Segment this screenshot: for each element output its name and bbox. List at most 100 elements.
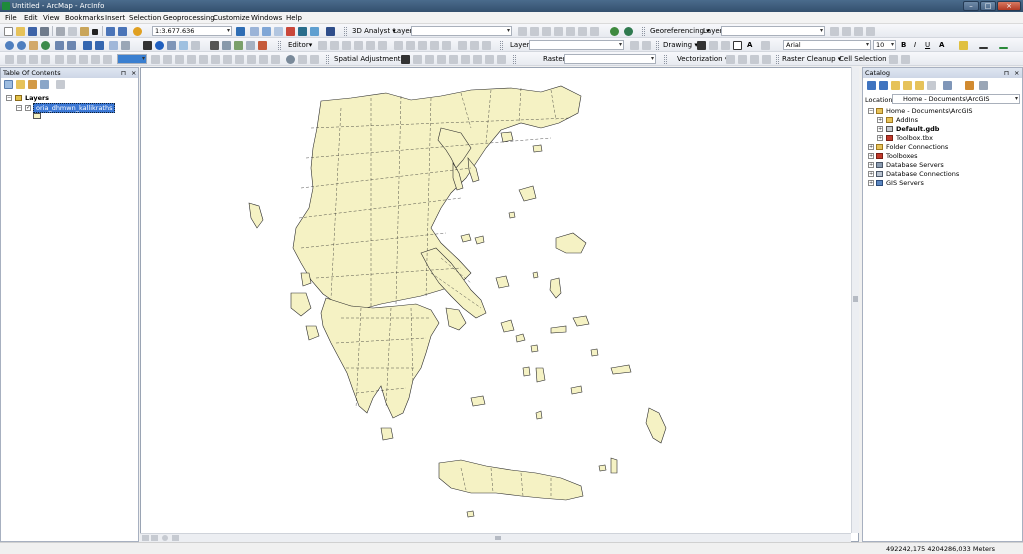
toc-close-icon[interactable]: ×	[131, 69, 136, 77]
layout-tool-7-icon[interactable]	[223, 55, 232, 64]
reshape-icon[interactable]	[406, 41, 415, 50]
3d-tool-2-icon[interactable]	[530, 27, 539, 36]
layout-tool-11-icon[interactable]	[271, 55, 280, 64]
effects-tool-3-icon[interactable]	[29, 55, 38, 64]
layout-tool-10-icon[interactable]	[259, 55, 268, 64]
layer-symbol-swatch[interactable]	[33, 113, 41, 119]
new-displacement-link-icon[interactable]	[413, 55, 422, 64]
layout-tool-14-icon[interactable]	[310, 55, 319, 64]
layout-tool-2-icon[interactable]	[163, 55, 172, 64]
toc-window-icon[interactable]	[250, 27, 259, 36]
catalog-item-default-gdb[interactable]: Default.gdb	[896, 125, 939, 133]
tinos-island[interactable]	[515, 333, 526, 343]
catalog-window-icon[interactable]	[262, 27, 271, 36]
samos-island[interactable]	[572, 315, 590, 327]
menu-bookmarks[interactable]: Bookmarks	[65, 14, 104, 22]
skyros-island[interactable]	[495, 275, 510, 289]
raster-cleanup-menu[interactable]: Raster Cleanup ▾	[782, 55, 841, 63]
list-by-selection-icon[interactable]	[40, 80, 49, 89]
effects-tool-8-icon[interactable]	[91, 55, 100, 64]
identify-icon[interactable]	[155, 41, 164, 50]
drawing-menu[interactable]: Drawing ▾	[663, 41, 698, 49]
label-tool-1-icon[interactable]	[630, 41, 639, 50]
3d-layer-combo[interactable]	[411, 26, 512, 36]
copy-icon[interactable]	[68, 27, 77, 36]
effects-tool-9-icon[interactable]	[103, 55, 112, 64]
arctoolbox-icon[interactable]	[286, 27, 295, 36]
location-combo[interactable]: Home - Documents\ArcGIS	[892, 94, 1020, 104]
agios-efstratios-island[interactable]	[508, 211, 516, 219]
3d-tool-3-icon[interactable]	[542, 27, 551, 36]
html-popup-icon[interactable]	[179, 41, 188, 50]
rectangle-icon[interactable]	[733, 41, 742, 50]
catalog-item-toolbox[interactable]: Toolbox.tbx	[896, 134, 933, 142]
back-extent-icon[interactable]	[83, 41, 92, 50]
split-tool-icon[interactable]	[430, 41, 439, 50]
attributes-icon[interactable]	[458, 41, 467, 50]
catalog-root-toolboxes[interactable]: Toolboxes	[886, 152, 918, 160]
adjust-select-icon[interactable]	[401, 55, 410, 64]
straight-segment-icon[interactable]	[342, 41, 351, 50]
new-identity-link-icon[interactable]	[449, 55, 458, 64]
gis-servers-expander[interactable]: +	[868, 180, 874, 186]
georef-tool-3-icon[interactable]	[854, 27, 863, 36]
pan-icon[interactable]	[29, 41, 38, 50]
layer-visibility-checkbox[interactable]: ✓	[25, 105, 31, 111]
toc-options-icon[interactable]	[56, 80, 65, 89]
georeferencing-menu[interactable]: Georeferencing ▾	[650, 27, 710, 35]
home-expander[interactable]: −	[868, 108, 874, 114]
underline-button[interactable]: U	[925, 41, 930, 49]
undo-icon[interactable]	[106, 27, 115, 36]
fill-color-icon[interactable]	[959, 41, 968, 50]
layout-tool-1-icon[interactable]	[151, 55, 160, 64]
effects-tool-4-icon[interactable]	[41, 55, 50, 64]
toolbox-expander[interactable]: +	[877, 135, 883, 141]
greece-municipalities-map[interactable]	[141, 68, 852, 534]
end-point-arc-icon[interactable]	[354, 41, 363, 50]
kos-island[interactable]	[610, 364, 632, 375]
vertical-scroll-thumb[interactable]	[853, 296, 858, 302]
edit-tool-icon[interactable]	[318, 41, 327, 50]
draw-select-icon[interactable]	[697, 41, 706, 50]
new-text-icon[interactable]: A	[747, 41, 752, 49]
menu-windows[interactable]: Windows	[251, 14, 282, 22]
time-slider-icon[interactable]	[246, 41, 255, 50]
zoom-in-icon[interactable]	[5, 41, 14, 50]
layout-tool-9-icon[interactable]	[247, 55, 256, 64]
kefalonia-island[interactable]	[290, 292, 312, 317]
menu-help[interactable]: Help	[286, 14, 302, 22]
catalog-item-addins[interactable]: AddIns	[896, 116, 918, 124]
layers-expander[interactable]: −	[6, 95, 12, 101]
close-button[interactable]: ×	[997, 1, 1021, 11]
astypalaia-island[interactable]	[570, 385, 583, 395]
zoom-out-icon[interactable]	[17, 41, 26, 50]
zoom-to-selected-icon[interactable]	[721, 41, 730, 50]
crete-region[interactable]	[438, 459, 584, 501]
rotate-tool-icon[interactable]	[442, 41, 451, 50]
skopelos-island[interactable]	[474, 235, 485, 245]
hyperlink-icon[interactable]	[167, 41, 176, 50]
menu-selection[interactable]: Selection	[129, 14, 161, 22]
marker-color-icon[interactable]	[999, 47, 1008, 49]
catalog-pin-icon[interactable]: ⊓	[1004, 69, 1009, 77]
font-color-button[interactable]: A	[939, 41, 944, 49]
3d-tool-4-icon[interactable]	[554, 27, 563, 36]
georef-layer-combo[interactable]	[721, 26, 825, 36]
label-tool-2-icon[interactable]	[642, 41, 651, 50]
horizontal-scroll-thumb[interactable]	[495, 536, 501, 540]
catalog-refresh-icon[interactable]	[979, 81, 988, 90]
karpathos-island[interactable]	[610, 457, 618, 474]
catalog-views-icon[interactable]	[943, 81, 952, 90]
select-elements-icon[interactable]	[143, 41, 152, 50]
menu-file[interactable]: File	[5, 14, 17, 22]
layout-tool-5-icon[interactable]	[199, 55, 208, 64]
catalog-connect-folder-icon[interactable]	[915, 81, 924, 90]
3d-tool-6-icon[interactable]	[578, 27, 587, 36]
find-route-icon[interactable]	[222, 41, 231, 50]
pause-drawing-icon[interactable]	[172, 535, 179, 541]
editor-menu[interactable]: Editor▾	[288, 41, 312, 49]
mykonos-island[interactable]	[530, 344, 539, 353]
data-view-icon[interactable]	[151, 535, 158, 541]
color-ramp-combo[interactable]	[117, 54, 147, 64]
thasos-island[interactable]	[500, 131, 514, 143]
